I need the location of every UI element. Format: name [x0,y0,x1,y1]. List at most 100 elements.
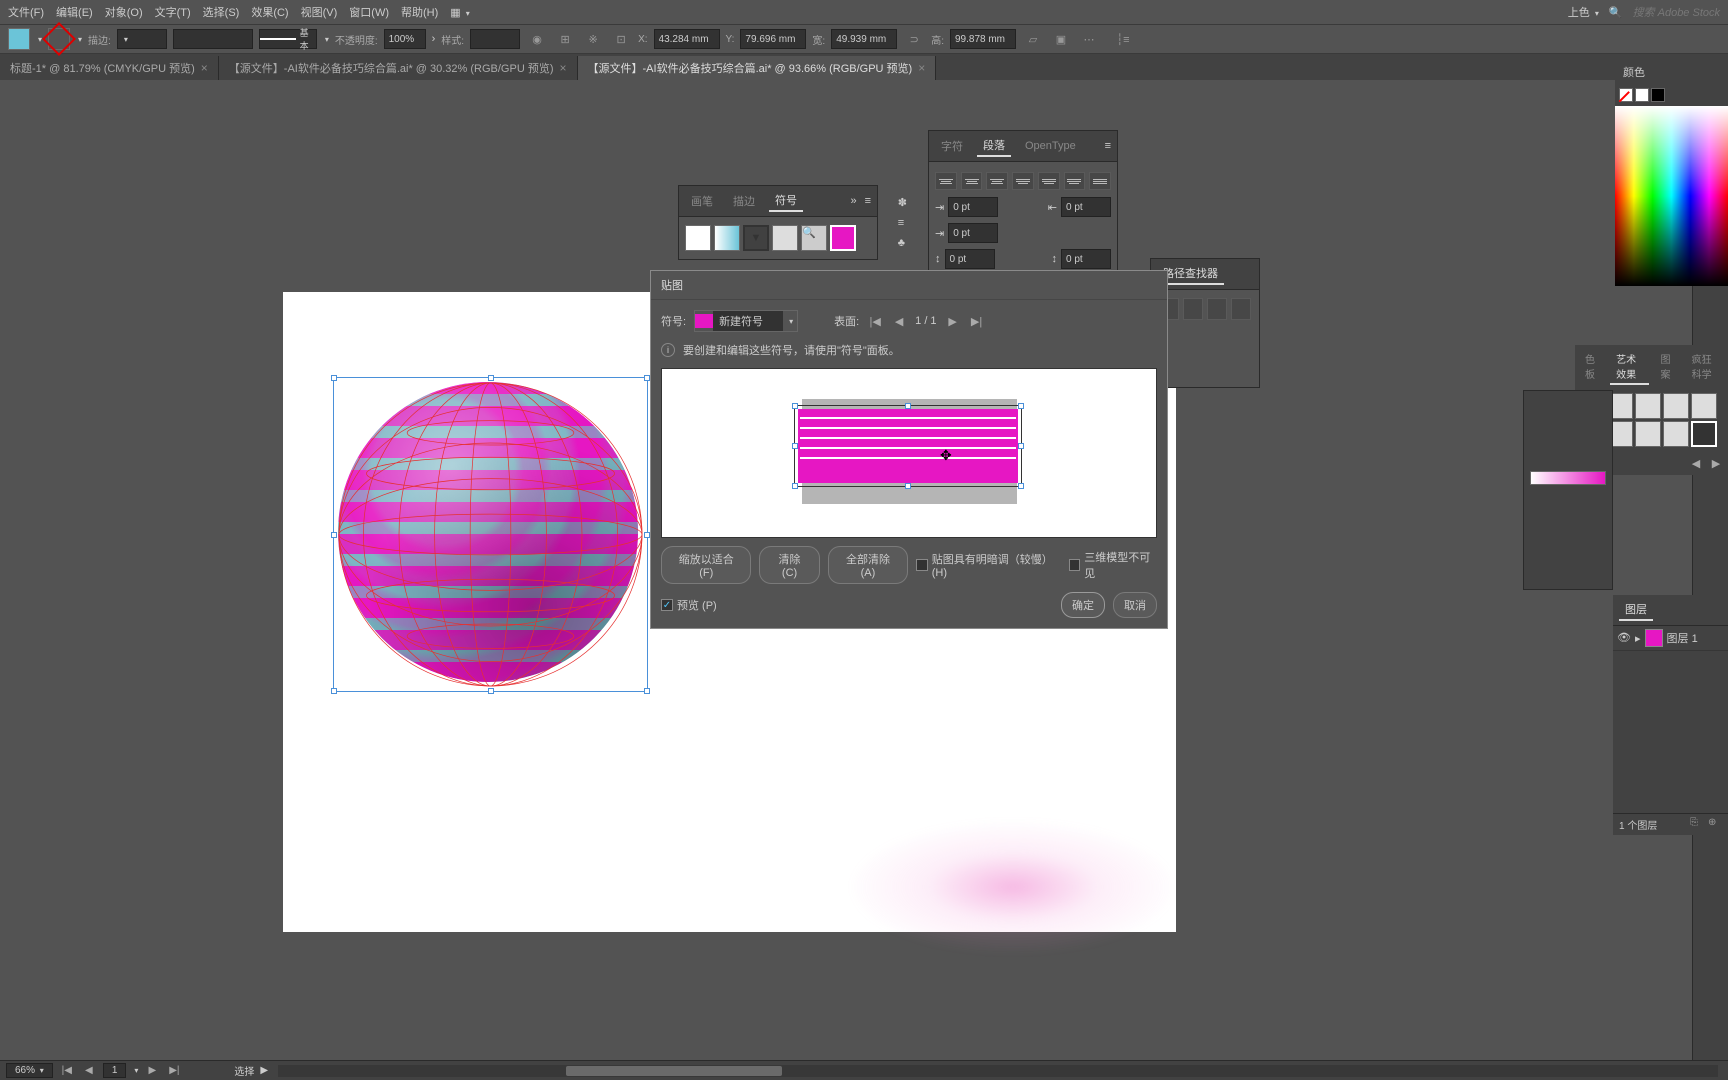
menu-file[interactable]: 文件(F) [8,4,44,20]
invisible-geometry-checkbox[interactable] [1069,559,1080,571]
next-artboard-icon[interactable]: ▶ [144,1063,160,1079]
recolor-icon[interactable]: ◉ [526,28,548,50]
texture-swatch[interactable] [1635,421,1661,447]
layers-tab[interactable]: 图层 [1619,599,1653,621]
opacity-input[interactable] [384,29,426,49]
symbol-swatch-magenta[interactable] [830,225,856,251]
minus-front-button[interactable] [1183,298,1203,320]
artboard-number[interactable]: 1 [103,1063,127,1078]
x-input[interactable] [654,29,720,49]
stroke-tab[interactable]: 描边 [727,191,761,211]
map-preview-area[interactable]: ✥ [661,368,1157,538]
fill-swatch[interactable] [8,28,30,50]
cancel-button[interactable]: 取消 [1113,592,1157,618]
paragraph-tab[interactable]: 段落 [977,135,1011,157]
first-artboard-icon[interactable]: |◀ [59,1063,75,1079]
search-icon[interactable]: 🔍 [1609,6,1623,19]
symbol-menu-icon[interactable]: ≡ [898,217,907,229]
space-after-input[interactable] [1061,249,1111,269]
layer-name[interactable]: 图层 1 [1667,630,1698,646]
close-icon[interactable]: × [201,61,208,75]
symbol-sprayer-icon[interactable]: ✽ [898,196,907,209]
menu-view[interactable]: 视图(V) [301,4,338,20]
layer-row[interactable]: 👁 ▸ 图层 1 [1613,626,1728,651]
y-input[interactable] [740,29,806,49]
width-input[interactable] [831,29,897,49]
visibility-icon[interactable]: 👁 [1617,631,1631,645]
white-swatch[interactable] [1635,88,1649,102]
no-fill-swatch[interactable] [1619,88,1633,102]
align-center-button[interactable] [961,172,983,190]
setup-icon[interactable]: ┆≡ [1112,28,1134,50]
symbols-tab[interactable]: 符号 [769,190,803,212]
symbol-swatch-selected[interactable]: ▼ [743,225,769,251]
justify-center-button[interactable] [1038,172,1060,190]
next-surface-icon[interactable]: ▶ [945,313,961,329]
document-tab-active[interactable]: 【源文件】-AI软件必备技巧综合篇.ai* @ 93.66% (RGB/GPU … [578,56,937,80]
symbol-swatch[interactable]: 🔍 [801,225,827,251]
right-indent-input[interactable] [1061,197,1111,217]
symbol-club-icon[interactable]: ♣ [898,237,907,249]
sphere-3d-object[interactable] [338,382,643,687]
stroke-swatch[interactable] [48,28,70,50]
transform-icon[interactable]: ※ [582,28,604,50]
link-wh-icon[interactable]: ⊃ [903,28,925,50]
tab-art-effects[interactable]: 艺术效果 [1610,349,1648,385]
search-stock[interactable]: 搜索 Adobe Stock [1633,4,1720,20]
brushes-tab[interactable]: 画笔 [685,191,719,211]
opentype-tab[interactable]: OpenType [1019,138,1082,154]
last-artboard-icon[interactable]: ▶| [166,1063,182,1079]
menu-text[interactable]: 文字(T) [155,4,191,20]
color-panel-title[interactable]: 颜色 [1615,60,1728,84]
justify-all-button[interactable] [1089,172,1111,190]
align-right-button[interactable] [986,172,1008,190]
texture-swatch[interactable] [1663,421,1689,447]
close-icon[interactable]: × [560,61,567,75]
document-tab[interactable]: 【源文件】-AI软件必备技巧综合篇.ai* @ 30.32% (RGB/GPU … [219,56,578,80]
left-indent-input[interactable] [948,197,998,217]
justify-right-button[interactable] [1064,172,1086,190]
menu-object[interactable]: 对象(O) [105,4,143,20]
selection-bounding-box[interactable] [333,377,648,692]
panel-menu-icon[interactable]: ≡ [865,195,871,207]
prev-icon[interactable]: ◀ [1688,455,1704,471]
texture-swatch[interactable] [1691,421,1717,447]
next-icon[interactable]: ▶ [1708,455,1724,471]
expand-icon[interactable]: ▸ [1635,632,1641,645]
horizontal-scrollbar[interactable] [278,1065,1718,1077]
texture-swatch[interactable] [1663,393,1689,419]
close-icon[interactable]: × [918,61,925,75]
texture-swatch[interactable] [1635,393,1661,419]
locate-icon[interactable]: ⎘ [1690,817,1704,831]
prev-artboard-icon[interactable]: ◀ [81,1063,97,1079]
menu-edit[interactable]: 编辑(E) [56,4,93,20]
zoom-field[interactable]: 66% ▾ [6,1063,53,1078]
exclude-button[interactable] [1231,298,1251,320]
clear-all-button[interactable]: 全部清除 (A) [828,546,909,584]
first-surface-icon[interactable]: |◀ [867,313,883,329]
color-spectrum[interactable] [1615,106,1728,286]
arrange-docs-icon[interactable]: ▦ ▾ [450,6,469,19]
align-left-button[interactable] [935,172,957,190]
menu-select[interactable]: 选择(S) [203,4,240,20]
anchor-point-icon[interactable]: ⊡ [610,28,632,50]
ok-button[interactable]: 确定 [1061,592,1105,618]
tab-patterns[interactable]: 图案 [1655,349,1680,385]
height-input[interactable] [950,29,1016,49]
menu-help[interactable]: 帮助(H) [401,4,438,20]
new-sublayer-icon[interactable]: ⊕ [1708,817,1722,831]
black-swatch[interactable] [1651,88,1665,102]
shade-artwork-checkbox[interactable] [916,559,927,571]
symbol-swatch[interactable] [772,225,798,251]
isolate-icon[interactable]: ▣ [1050,28,1072,50]
opacity-arrow[interactable]: › [432,33,436,45]
texture-swatch[interactable] [1691,393,1717,419]
first-line-indent-input[interactable] [948,223,998,243]
symbol-swatch[interactable] [685,225,711,251]
character-tab[interactable]: 字符 [935,136,969,156]
intersect-button[interactable] [1207,298,1227,320]
align-to-icon[interactable]: ⊞ [554,28,576,50]
clear-button[interactable]: 清除 (C) [759,546,819,584]
menu-effect[interactable]: 效果(C) [251,4,288,20]
preview-checkbox[interactable] [661,599,673,611]
